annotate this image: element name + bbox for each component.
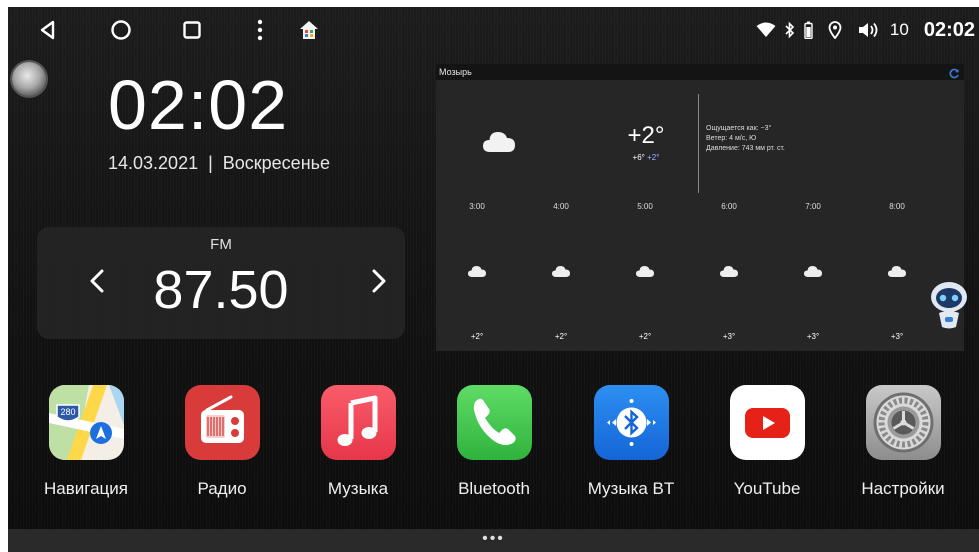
weather-city: Мозырь [436, 64, 964, 80]
status-icons: 10 02:02 [756, 18, 975, 42]
app-radio[interactable]: Радио [174, 385, 270, 499]
temp-low: +2° [647, 153, 660, 162]
hour-weather-icon [803, 264, 823, 283]
volume-level: 10 [889, 20, 909, 39]
app-navigation[interactable]: 280 Навигация [38, 385, 134, 499]
recents-icon[interactable] [180, 18, 204, 42]
hour-temp: +2° [638, 332, 652, 341]
svg-text:280: 280 [60, 407, 75, 417]
wind-info: Ветер: 4 м/с, Ю [706, 135, 757, 142]
back-icon[interactable] [36, 18, 60, 42]
temperature-range: +6° +2° [606, 153, 686, 162]
hour-temp: +3° [722, 332, 736, 341]
app-label: Настройки [861, 479, 945, 498]
app-label: Музыка [327, 479, 389, 498]
radio-band: FM [210, 236, 232, 253]
hour-time: 7:00 [805, 202, 821, 211]
app-bluetooth[interactable]: Bluetooth [446, 385, 542, 499]
bluetooth-icon [785, 21, 795, 39]
hour-temp: +3° [806, 332, 820, 341]
hour-temp: +2° [554, 332, 568, 341]
settings-icon [865, 385, 941, 460]
app-bluetooth-music[interactable]: Музыка BT [583, 385, 679, 499]
hour-weather-icon [887, 264, 907, 283]
app-label: Музыка BT [587, 479, 675, 498]
app-label: Bluetooth [458, 479, 530, 498]
app-youtube[interactable]: YouTube [719, 385, 815, 499]
weather-divider [698, 94, 699, 193]
home-icon[interactable] [109, 18, 133, 42]
app-label: YouTube [733, 479, 801, 498]
weather-widget[interactable]: Мозырь +2° +6° +2° Ощущается как: −3° Ве… [436, 64, 964, 351]
location-icon [828, 21, 842, 39]
temp-high: +6° [632, 153, 645, 162]
refresh-icon[interactable] [949, 66, 960, 84]
hour-weather-icon [467, 264, 487, 283]
hour-time: 4:00 [553, 202, 569, 211]
app-music[interactable]: Музыка [310, 385, 406, 499]
cloud-icon [482, 128, 516, 159]
hour-time: 3:00 [469, 202, 485, 211]
status-time: 02:02 [923, 18, 975, 41]
hour-weather-icon [719, 264, 739, 283]
next-station-button[interactable] [359, 261, 399, 301]
hour-time: 5:00 [637, 202, 653, 211]
hour-time: 6:00 [721, 202, 737, 211]
battery-icon [804, 21, 813, 39]
hour-weather-icon [551, 264, 571, 283]
clock-date: 14.03.2021 | Воскресенье [108, 153, 331, 173]
status-bar: 10 02:02 [8, 7, 979, 53]
house-icon[interactable] [297, 18, 321, 42]
pressure-info: Давление: 743 мм рт. ст. [706, 145, 785, 152]
feels-like: Ощущается как: −3° [706, 125, 772, 132]
app-label: Навигация [44, 479, 128, 498]
hour-time: 8:00 [889, 202, 905, 211]
screen: 10 02:02 02:02 14.03.2021 | Воскресенье … [8, 7, 979, 552]
volume-icon [857, 21, 879, 39]
hour-temp: +3° [890, 332, 904, 341]
radio-frequency: 87.50 [153, 260, 289, 320]
weather-details: Ощущается как: −3° Ветер: 4 м/с, Ю Давле… [706, 124, 785, 154]
bottom-bar[interactable]: ••• [8, 529, 979, 552]
hour-weather-icon [635, 264, 655, 283]
music-icon [320, 385, 396, 460]
menu-dots-icon[interactable] [248, 18, 272, 42]
radio-icon [184, 385, 260, 460]
floating-assist-button[interactable] [12, 62, 46, 96]
wifi-icon [756, 22, 776, 38]
phone-icon [456, 385, 532, 460]
clock-time: 02:02 [108, 66, 289, 144]
radio-widget[interactable]: FM 87.50 [37, 227, 405, 339]
app-label: Радио [197, 479, 247, 498]
hour-temp: +2° [470, 332, 484, 341]
page-indicator[interactable]: ••• [8, 530, 979, 548]
youtube-icon [729, 385, 805, 460]
bluetooth-music-icon [593, 385, 669, 460]
maps-icon: 280 [48, 385, 124, 460]
robot-assistant-icon[interactable] [929, 279, 969, 336]
current-temperature: +2° [627, 122, 665, 149]
app-settings[interactable]: Настройки [855, 385, 951, 499]
